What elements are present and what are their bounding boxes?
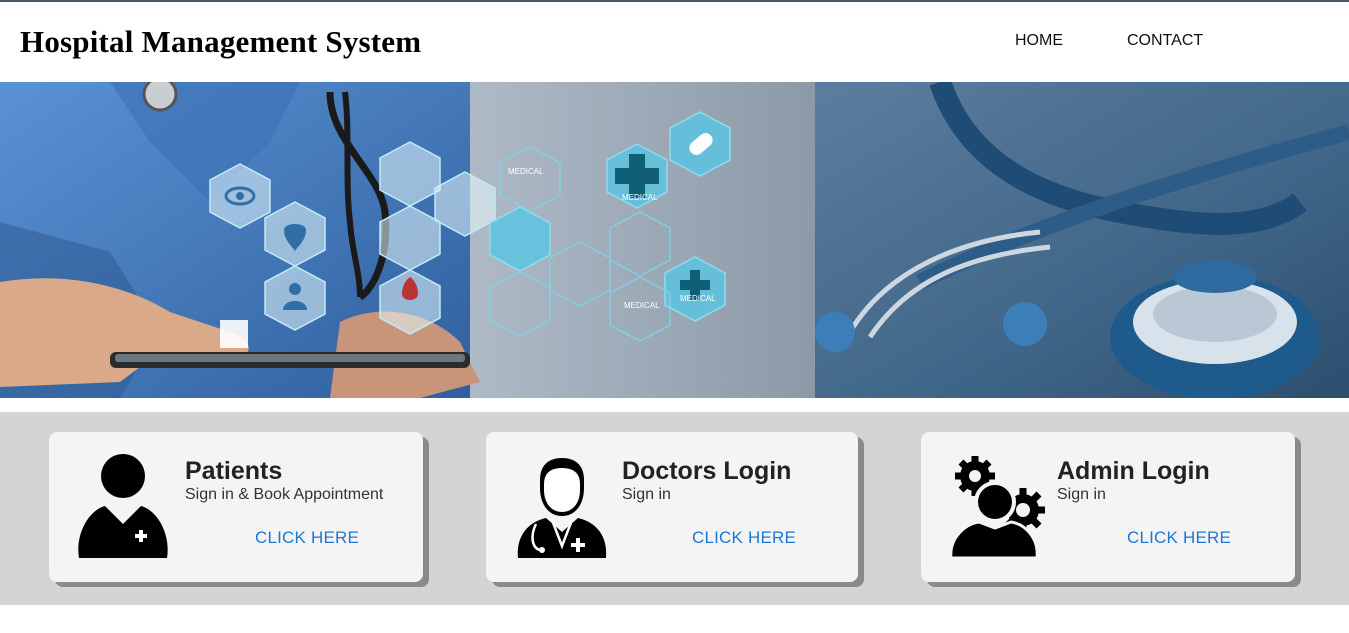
card-title: Admin Login (1057, 457, 1210, 485)
card-subtitle: Sign in (1057, 486, 1106, 503)
login-cards-section: Patients Sign in & Book Appointment CLIC… (0, 412, 1349, 605)
patients-click-here-link[interactable]: CLICK HERE (255, 528, 359, 548)
card-subtitle: Sign in (622, 486, 671, 503)
admin-gears-icon (949, 456, 1045, 560)
hero-medical-illustration: MEDICAL MEDICAL MEDICAL MEDICAL (0, 82, 1349, 398)
nav-home-link[interactable]: HOME (1015, 32, 1063, 50)
hex-label: MEDICAL (624, 301, 660, 310)
admin-card: Admin Login Sign in CLICK HERE (921, 432, 1295, 582)
nav-contact-link[interactable]: CONTACT (1127, 32, 1203, 50)
doctors-click-here-link[interactable]: CLICK HERE (692, 528, 796, 548)
hex-label: MEDICAL (622, 193, 658, 202)
patients-card: Patients Sign in & Book Appointment CLIC… (49, 432, 423, 582)
navbar: Hospital Management System HOME CONTACT (0, 2, 1349, 82)
doctors-card: Doctors Login Sign in CLICK HERE (486, 432, 858, 582)
hex-label: MEDICAL (680, 294, 716, 303)
doctor-icon (517, 458, 607, 558)
site-title: Hospital Management System (20, 24, 422, 59)
hex-label: MEDICAL (508, 167, 544, 176)
card-title: Doctors Login (622, 457, 792, 485)
admin-click-here-link[interactable]: CLICK HERE (1127, 528, 1231, 548)
hero-banner: MEDICAL MEDICAL MEDICAL MEDICAL (0, 82, 1349, 398)
card-title: Patients (185, 457, 283, 485)
card-subtitle: Sign in & Book Appointment (185, 486, 384, 503)
patient-icon (78, 454, 168, 558)
